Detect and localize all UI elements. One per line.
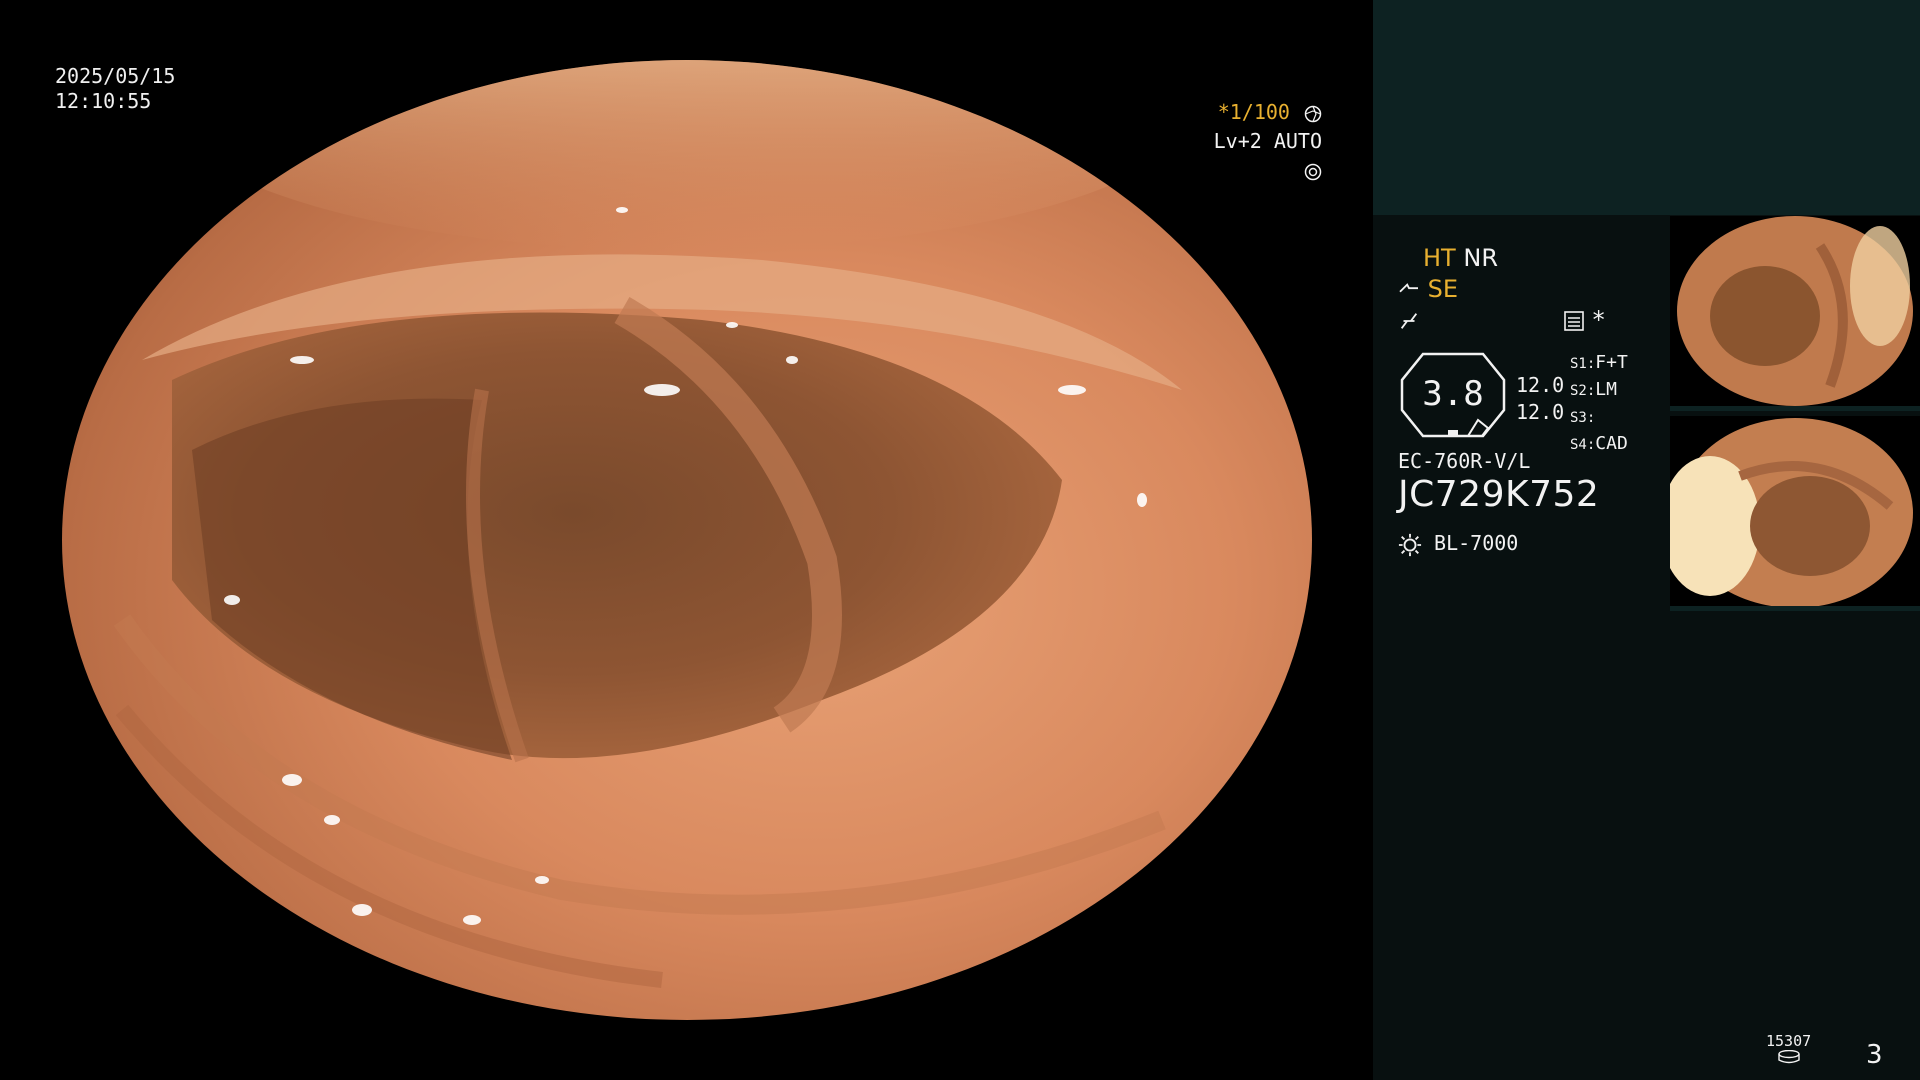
shutter-row: *1/100	[1192, 98, 1322, 127]
scope-serial: JC729K752	[1398, 474, 1600, 515]
shutter-speed: *1/100	[1217, 100, 1290, 124]
scope-model: EC-760R-V/L	[1398, 449, 1531, 473]
brightness-level: Lv+2 AUTO	[1213, 129, 1322, 153]
switch-s3: S3:	[1570, 410, 1596, 426]
structure-icon	[1400, 313, 1418, 329]
mode-nr: NR	[1463, 244, 1498, 272]
switch-s4: S4:CAD	[1570, 433, 1628, 454]
endoscopy-screen: 2025/05/15 12:10:55 *1/100 Lv+2 AUTO HT …	[0, 0, 1920, 1080]
gauge-readings: 12.0 12.0	[1516, 372, 1564, 426]
gauge-bottom-value: 12.0	[1516, 400, 1565, 424]
mode-se-row: SE	[1398, 275, 1458, 303]
structure-row	[1398, 306, 1420, 334]
counter-value: 15307	[1766, 1032, 1812, 1050]
iris-icon	[1304, 163, 1322, 180]
lamp-icon	[1398, 533, 1422, 556]
enhance-icon	[1399, 283, 1418, 293]
time-text: 12:10:55	[55, 89, 152, 113]
aperture-icon	[1304, 105, 1322, 122]
page-number: 3	[1866, 1040, 1883, 1070]
capture-icon	[1564, 311, 1584, 331]
level-row: Lv+2 AUTO	[1192, 127, 1322, 185]
scope-switches: S1:F+T S2:LM S3: S4:CAD	[1570, 350, 1628, 458]
panel-header	[1373, 0, 1920, 215]
asterisk-marker: *	[1592, 306, 1605, 334]
capture-row: *	[1563, 306, 1605, 334]
captured-thumbnail-2[interactable]	[1670, 416, 1920, 611]
mode-se: SE	[1427, 275, 1459, 303]
gauge-value: 3.8	[1422, 374, 1484, 414]
thumbnail-image-1	[1670, 216, 1920, 411]
mode-ht-nr: HT NR	[1423, 244, 1498, 272]
date-text: 2025/05/15	[55, 64, 176, 88]
image-counter: 15307	[1766, 1032, 1811, 1068]
gauge-top-value: 12.0	[1516, 373, 1565, 397]
light-source: BL-7000	[1398, 531, 1518, 557]
mode-ht: HT	[1423, 244, 1456, 272]
thumbnail-image-2	[1670, 416, 1920, 611]
timestamp: 2025/05/15 12:10:55	[55, 64, 175, 114]
captured-thumbnail-1[interactable]	[1670, 216, 1920, 411]
exposure-info: *1/100 Lv+2 AUTO	[1192, 98, 1322, 185]
switch-s2: S2:LM	[1570, 379, 1617, 400]
magnification-gauge: 3.8	[1398, 350, 1508, 440]
colon-lumen-image	[62, 60, 1312, 1020]
video-area: 2025/05/15 12:10:55 *1/100 Lv+2 AUTO	[0, 0, 1373, 1080]
switch-s1: S1:F+T	[1570, 352, 1628, 373]
light-source-model: BL-7000	[1434, 531, 1519, 555]
disk-icon	[1777, 1049, 1800, 1064]
endoscope-live-view	[62, 60, 1312, 1020]
